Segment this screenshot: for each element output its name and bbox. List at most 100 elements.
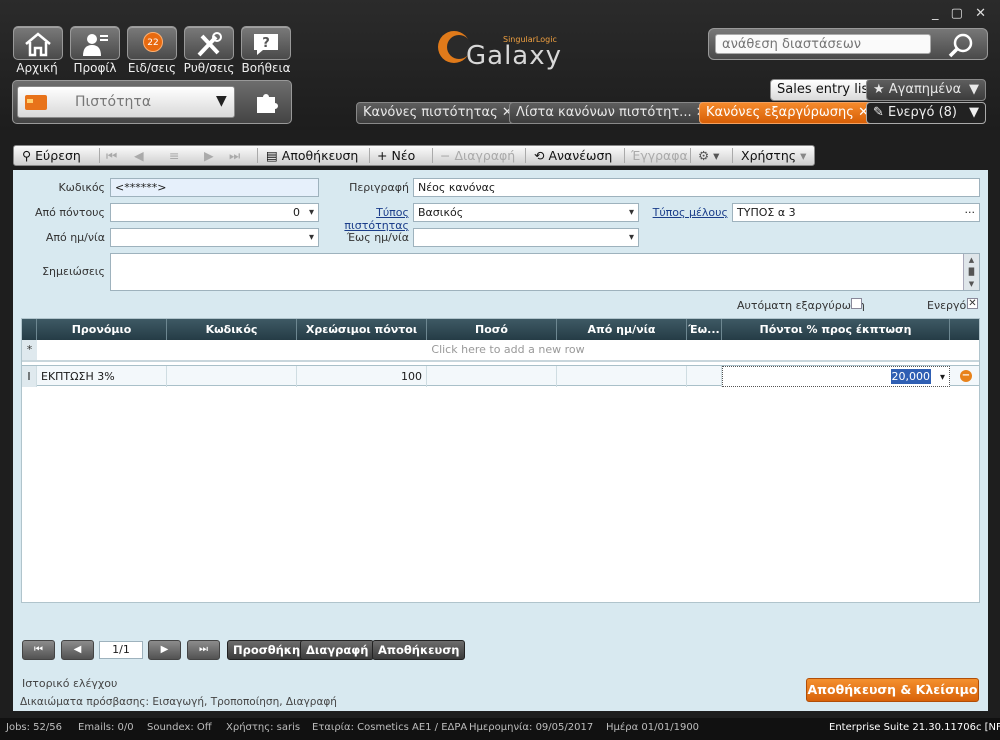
new-row-marker: * <box>22 340 37 360</box>
from-date-field[interactable] <box>110 228 319 247</box>
users-menu[interactable]: Χρήστης ▾ <box>741 146 806 165</box>
member-type-label[interactable]: Τύπος μέλους <box>645 206 728 219</box>
profile-label: Προφίλ <box>73 61 117 75</box>
to-date-field[interactable] <box>413 228 639 247</box>
loyalty-type-label[interactable]: Τύπος πιστότητας <box>320 206 409 232</box>
row-marker: I <box>22 366 37 387</box>
cell-to-date[interactable] <box>687 366 722 387</box>
benefits-grid: Προνόμιο Κωδικός Χρεώσιμοι πόντοι Ποσό Α… <box>21 318 980 603</box>
auto-redeem-checkbox[interactable] <box>851 298 862 309</box>
search-input[interactable] <box>715 34 931 54</box>
search-icon[interactable] <box>947 32 975 58</box>
code-label: Κωδικός <box>58 181 105 194</box>
column-header[interactable]: Χρεώσιμοι πόντοι <box>297 319 427 340</box>
previous-page-button[interactable]: ◀ <box>61 640 94 660</box>
column-header[interactable]: Προνόμιο <box>37 319 167 340</box>
tab-loyalty-rules-list[interactable]: Λίστα κανόνων πιστότητ... ✕ <box>509 102 714 124</box>
users-label: Χρήστης <box>741 148 797 163</box>
tab-redemption-rules[interactable]: Κανόνες εξαργύρωσης ✕ <box>699 102 876 124</box>
separator <box>369 148 370 163</box>
member-type-value: ΤΥΠΟΣ α 3 <box>737 206 796 219</box>
remove-row-icon[interactable]: − <box>960 370 972 382</box>
home-icon <box>25 32 51 57</box>
column-header[interactable]: Κωδικός <box>167 319 297 340</box>
save-and-close-button[interactable]: Αποθήκευση & Κλείσιμο <box>806 678 979 702</box>
notes-label: Σημειώσεις <box>42 265 105 278</box>
first-page-icon: ⏮ <box>34 644 43 655</box>
list-icon[interactable]: ≡ <box>169 146 179 165</box>
find-button[interactable]: ⚲ Εύρεση <box>22 146 81 165</box>
separator <box>690 148 691 163</box>
notifications-count: 22 <box>143 32 163 52</box>
tab-loyalty-rules[interactable]: Κανόνες πιστότητας ✕ <box>356 102 520 124</box>
cell-points[interactable]: 100 <box>297 366 427 387</box>
column-header[interactable]: Έω... <box>687 319 722 340</box>
active-checkbox[interactable]: ✕ <box>967 298 978 309</box>
profile-icon <box>83 34 108 56</box>
save-button[interactable]: ▤ Αποθήκευση <box>266 146 358 165</box>
loyalty-type-select[interactable]: Βασικός <box>413 203 639 222</box>
cell-benefit[interactable]: ΕΚΠΤΩΣΗ 3% <box>37 366 167 387</box>
page-indicator[interactable]: 1/1 <box>99 641 143 659</box>
chevron-down-icon: ▼ <box>969 82 979 97</box>
notifications-button[interactable]: 22 <box>127 26 177 60</box>
new-row-hint: Click here to add a new row <box>431 343 585 356</box>
galaxy-logo: SingularLogic Galaxy <box>433 24 573 71</box>
last-page-button[interactable]: ⏭ <box>187 640 220 660</box>
tab-label: Λίστα κανόνων πιστότητ... <box>516 105 692 120</box>
profile-button[interactable] <box>70 26 120 60</box>
delete-label: Διαγραφή <box>454 148 516 163</box>
cell-percent-editor[interactable]: 20,000 ▾ <box>722 366 950 387</box>
save-rows-button[interactable]: Αποθήκευση <box>372 640 466 660</box>
ellipsis-icon[interactable]: ··· <box>965 204 976 221</box>
active-label: Ενεργό <box>927 299 967 312</box>
next-record-icon[interactable]: ▶ <box>204 146 214 165</box>
previous-record-icon[interactable]: ◀ <box>134 146 144 165</box>
column-header[interactable]: Πόντοι % προς έκπτωση <box>722 319 950 340</box>
puzzle-icon[interactable] <box>251 89 281 115</box>
separator <box>99 148 100 163</box>
favorites-button[interactable]: ★ Αγαπημένα ▼ <box>866 79 986 101</box>
first-page-button[interactable]: ⏮ <box>22 640 55 660</box>
column-header[interactable]: Ποσό <box>427 319 557 340</box>
from-points-field[interactable]: 0 <box>110 203 319 222</box>
last-record-icon[interactable]: ⏭ <box>229 146 240 165</box>
first-record-icon[interactable]: ⏮ <box>106 146 117 165</box>
member-type-field[interactable]: ΤΥΠΟΣ α 3 ··· <box>732 203 980 222</box>
module-selector[interactable]: Πιστότητα ▼ <box>17 86 235 118</box>
previous-page-icon: ◀ <box>73 644 82 655</box>
window-controls[interactable]: _ ▢ ✕ <box>932 6 990 21</box>
settings-button[interactable] <box>184 26 234 60</box>
next-page-button[interactable]: ▶ <box>148 640 181 660</box>
cell-percent-value[interactable]: 20,000 <box>890 369 931 384</box>
cell-amount[interactable] <box>427 366 557 387</box>
notes-scrollbar[interactable]: ▲ █ ▼ <box>963 254 979 290</box>
cell-from-date[interactable] <box>557 366 687 387</box>
chevron-down-icon[interactable]: ▾ <box>940 367 945 386</box>
sales-entry-shortcut[interactable]: Sales entry list <box>770 79 881 101</box>
add-row-button[interactable]: Προσθήκη <box>227 640 307 660</box>
description-field[interactable]: Νέος κανόνας <box>413 178 980 197</box>
active-windows-button[interactable]: ✎ Ενεργό (8) ▼ <box>866 102 986 124</box>
delete-button[interactable]: − Διαγραφή <box>440 146 515 165</box>
home-button[interactable] <box>13 26 63 60</box>
column-header[interactable]: Από ημ/νία <box>557 319 687 340</box>
new-row[interactable]: * Click here to add a new row <box>22 340 979 362</box>
gear-icon[interactable]: ⚙ ▾ <box>698 146 719 165</box>
cell-code[interactable] <box>167 366 297 387</box>
notes-field[interactable]: ▲ █ ▼ <box>110 253 980 291</box>
refresh-label: Ανανέωση <box>548 148 613 163</box>
audit-history-link[interactable]: Ιστορικό ελέγχου <box>22 677 117 690</box>
code-field[interactable]: <******> <box>110 178 319 197</box>
notifications-label: Ειδ/σεις <box>127 61 177 75</box>
table-row[interactable]: I ΕΚΠΤΩΣΗ 3% 100 20,000 ▾ − <box>22 365 979 387</box>
new-button[interactable]: + Νέο <box>377 146 415 165</box>
delete-row-button[interactable]: Διαγραφή <box>300 640 375 660</box>
status-soundex: Soundex: Off <box>147 722 212 733</box>
refresh-button[interactable]: ⟲ Ανανέωση <box>534 146 612 165</box>
status-emails: Emails: 0/0 <box>78 722 134 733</box>
help-button[interactable]: ? <box>241 26 291 60</box>
documents-button[interactable]: Έγγραφα <box>631 146 688 165</box>
access-rights: Δικαιώματα πρόσβασης: Εισαγωγή, Τροποποί… <box>20 696 337 708</box>
settings-label: Ρυθ/σεις <box>183 61 235 75</box>
